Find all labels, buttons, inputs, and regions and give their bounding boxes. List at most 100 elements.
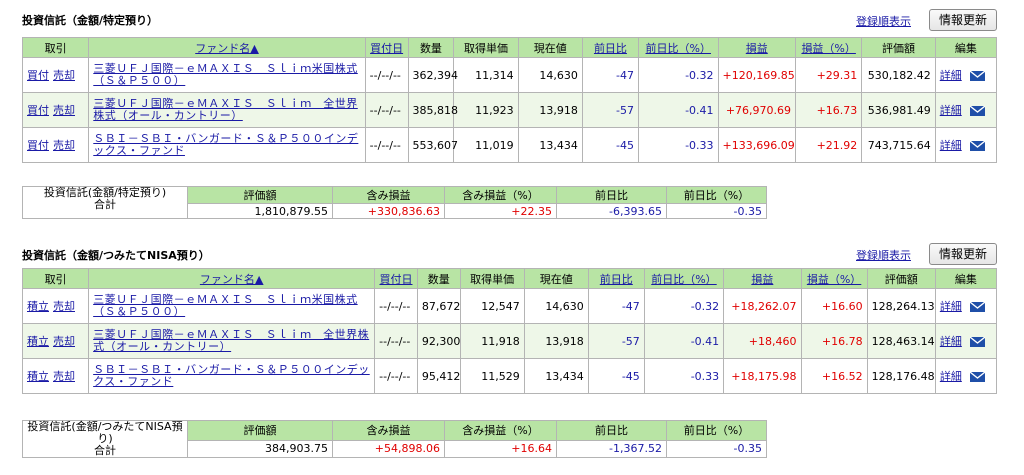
accumulate-link[interactable]: 積立 (27, 335, 49, 348)
accumulate-link[interactable]: 積立 (27, 370, 49, 383)
profit-loss-pct: +16.78 (800, 323, 868, 359)
profit-loss-pct: +16.73 (795, 92, 863, 128)
sort-fund-name-link[interactable]: ファンド名▲ (195, 42, 258, 55)
detail-link[interactable]: 詳細 (940, 300, 962, 313)
envelope-icon[interactable] (969, 372, 985, 382)
quantity: 553,607 (407, 127, 458, 163)
profit-loss: +18,460 (723, 323, 802, 359)
detail-link[interactable]: 詳細 (940, 335, 962, 348)
col-cost: 取得単価 (459, 268, 525, 289)
fund-name-link[interactable]: 三菱ＵＦＪ国際－ｅＭＡＸＩＳ Ｓｌｉｍ米国株式（Ｓ＆Ｐ５００） (93, 293, 358, 318)
col-pl[interactable]: 損益 (723, 268, 802, 289)
total-table-tokutei: 投資信託(金額/特定預り) 合計 評価額 含み損益 含み損益（%） 前日比 前日… (22, 186, 767, 219)
sort-day-change-link[interactable]: 前日比 (594, 42, 627, 55)
total-col-day: 前日比 (556, 420, 667, 441)
quantity: 362,394 (407, 57, 458, 93)
holdings-table-nisa: 取引 ファンド名▲ 買付日 数量 取得単価 現在値 前日比 前日比（%） 損益 … (21, 268, 998, 394)
col-day-pct[interactable]: 前日比（%） (637, 37, 719, 58)
total-day-change: -6,393.65 (556, 203, 667, 219)
sort-pl-pct-link[interactable]: 損益（%） (807, 273, 861, 286)
day-change-pct: -0.33 (637, 127, 719, 163)
detail-link[interactable]: 詳細 (940, 69, 962, 82)
col-buy-date[interactable]: 買付日 (364, 37, 409, 58)
envelope-icon[interactable] (969, 106, 985, 116)
sell-link[interactable]: 売却 (53, 69, 75, 82)
sell-link[interactable]: 売却 (53, 104, 75, 117)
total-col-pl-pct: 含み損益（%） (444, 420, 557, 441)
valuation: 128,463.14 (866, 323, 936, 359)
fund-name-link[interactable]: 三菱ＵＦＪ国際－ｅＭＡＸＩＳ Ｓｌｉｍ 全世界株式（オール・カントリー） (93, 328, 369, 353)
col-buy-date[interactable]: 買付日 (374, 268, 418, 289)
table-header-row: 取引 ファンド名▲ 買付日 数量 取得単価 現在値 前日比 前日比（%） 損益 … (21, 268, 998, 289)
day-change-pct: -0.41 (643, 323, 725, 359)
profit-loss: +120,169.85 (717, 57, 797, 93)
sell-link[interactable]: 売却 (53, 335, 75, 348)
sort-pl-link[interactable]: 損益 (751, 273, 773, 286)
fund-name-link[interactable]: ＳＢＩ－ＳＢＩ・バンガード・Ｓ＆Ｐ５００インデックス・ファンド (93, 363, 370, 388)
fund-name-link[interactable]: ＳＢＩ－ＳＢＩ・バンガード・Ｓ＆Ｐ５００インデックス・ファンド (93, 132, 358, 157)
col-pl[interactable]: 損益 (717, 37, 797, 58)
valuation: 743,715.64 (861, 127, 936, 163)
sort-pl-link[interactable]: 損益 (746, 42, 768, 55)
detail-link[interactable]: 詳細 (940, 370, 962, 383)
sort-buy-date-link[interactable]: 買付日 (379, 273, 412, 286)
total-col-day-pct: 前日比（%） (666, 420, 767, 441)
sell-link[interactable]: 売却 (53, 139, 75, 152)
total-col-value: 評価額 (187, 186, 333, 204)
fund-name-link[interactable]: 三菱ＵＦＪ国際－ｅＭＡＸＩＳ Ｓｌｉｍ 全世界株式（オール・カントリー） (93, 97, 358, 122)
envelope-icon[interactable] (969, 302, 985, 312)
col-day-change[interactable]: 前日比 (581, 37, 639, 58)
day-change: -45 (581, 127, 639, 163)
buy-date: --/--/-- (364, 92, 409, 128)
total-pl: +330,836.63 (332, 203, 445, 219)
buy-link[interactable]: 買付 (27, 104, 49, 117)
detail-link[interactable]: 詳細 (940, 139, 962, 152)
refresh-button[interactable]: 情報更新 (929, 243, 997, 265)
col-pl-pct[interactable]: 損益（%） (795, 37, 863, 58)
registration-order-link[interactable]: 登録順表示 (856, 13, 911, 29)
col-fund-name[interactable]: ファンド名▲ (88, 268, 376, 289)
buy-date: --/--/-- (374, 358, 418, 394)
buy-date: --/--/-- (374, 288, 418, 324)
total-day-pct: -0.35 (666, 439, 767, 459)
col-fund-name[interactable]: ファンド名▲ (88, 37, 366, 58)
envelope-icon[interactable] (969, 141, 985, 151)
total-col-pl: 含み損益 (332, 420, 445, 441)
profit-loss-pct: +16.60 (800, 288, 868, 324)
sort-day-pct-link[interactable]: 前日比（%） (651, 273, 716, 286)
day-change-pct: -0.41 (637, 92, 719, 128)
detail-link[interactable]: 詳細 (940, 104, 962, 117)
col-pl-pct[interactable]: 損益（%） (800, 268, 868, 289)
buy-link[interactable]: 買付 (27, 69, 49, 82)
sort-buy-date-link[interactable]: 買付日 (370, 42, 403, 55)
col-price: 現在値 (517, 37, 583, 58)
buy-date: --/--/-- (364, 57, 409, 93)
accumulate-link[interactable]: 積立 (27, 300, 49, 313)
sort-fund-name-link[interactable]: ファンド名▲ (200, 273, 263, 286)
profit-loss: +18,175.98 (723, 358, 802, 394)
valuation: 530,182.42 (861, 57, 936, 93)
day-change: -47 (581, 57, 639, 93)
refresh-button[interactable]: 情報更新 (929, 9, 997, 31)
day-change-pct: -0.32 (637, 57, 719, 93)
sort-day-change-link[interactable]: 前日比 (600, 273, 633, 286)
sell-link[interactable]: 売却 (53, 370, 75, 383)
buy-date: --/--/-- (374, 323, 418, 359)
envelope-icon[interactable] (969, 71, 985, 81)
col-day-pct[interactable]: 前日比（%） (643, 268, 725, 289)
total-col-day-pct: 前日比（%） (666, 186, 767, 204)
cost-price: 11,923 (453, 92, 519, 128)
day-change: -45 (587, 358, 645, 394)
sell-link[interactable]: 売却 (53, 300, 75, 313)
total-col-pl-pct: 含み損益（%） (444, 186, 557, 204)
total-value: 1,810,879.55 (187, 203, 333, 219)
holdings-table-tokutei: 取引 ファンド名▲ 買付日 数量 取得単価 現在値 前日比 前日比（%） 損益 … (21, 37, 998, 163)
current-price: 13,434 (517, 127, 583, 163)
col-day-change[interactable]: 前日比 (587, 268, 645, 289)
sort-day-pct-link[interactable]: 前日比（%） (646, 42, 711, 55)
fund-name-link[interactable]: 三菱ＵＦＪ国際－ｅＭＡＸＩＳ Ｓｌｉｍ米国株式（Ｓ＆Ｐ５００） (93, 62, 358, 87)
sort-pl-pct-link[interactable]: 損益（%） (801, 42, 855, 55)
envelope-icon[interactable] (969, 337, 985, 347)
buy-link[interactable]: 買付 (27, 139, 49, 152)
registration-order-link[interactable]: 登録順表示 (856, 247, 911, 263)
